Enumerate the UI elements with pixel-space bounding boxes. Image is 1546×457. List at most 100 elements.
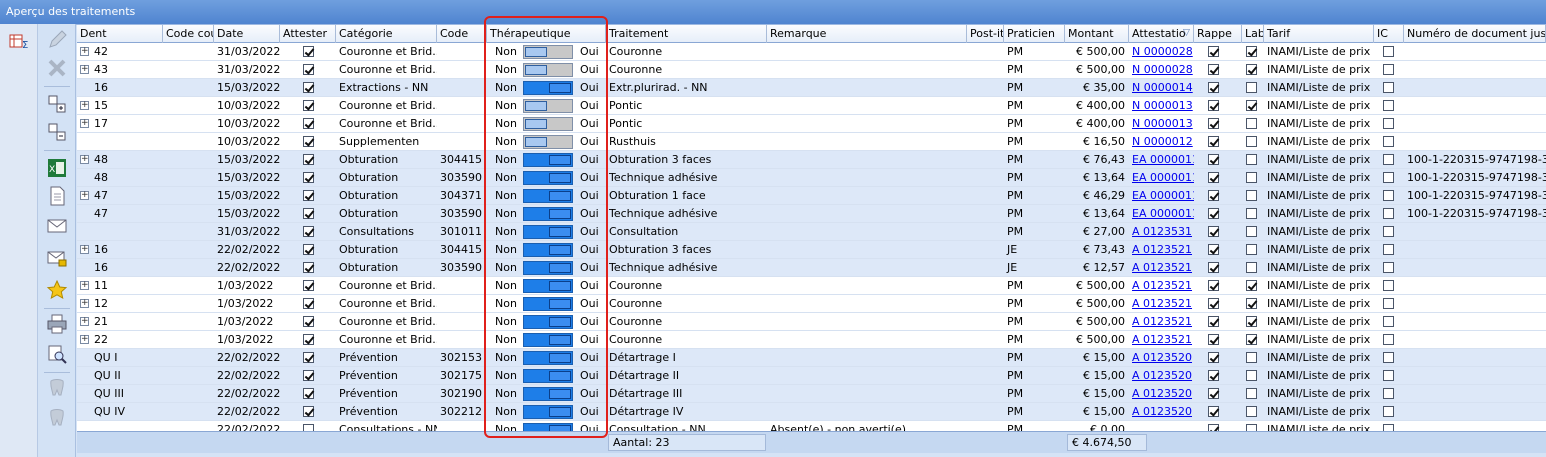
table-row[interactable]: +11 1/03/2022 Couronne et Brid... Non Oui Cou… <box>77 277 1546 295</box>
cell-attestation[interactable]: N 0000013 <box>1129 115 1194 133</box>
table-row[interactable]: 10/03/2022 Supplementen Non Oui Rusthuis PM € … <box>77 133 1546 151</box>
attest-checkbox[interactable] <box>303 226 314 237</box>
ic-checkbox[interactable] <box>1383 262 1394 273</box>
reminder-checkbox[interactable] <box>1208 424 1219 431</box>
labo-checkbox[interactable] <box>1246 208 1257 219</box>
ic-checkbox[interactable] <box>1383 370 1394 381</box>
expand-row-icon[interactable]: + <box>80 245 89 254</box>
attest-checkbox[interactable] <box>303 262 314 273</box>
cell-attestation[interactable]: EA 0000011 <box>1129 151 1194 169</box>
table-row[interactable]: +12 1/03/2022 Couronne et Brid... Non Oui Cou… <box>77 295 1546 313</box>
attest-checkbox[interactable] <box>303 316 314 327</box>
ic-checkbox[interactable] <box>1383 316 1394 327</box>
column-header-3[interactable]: Attester <box>280 25 336 43</box>
ic-checkbox[interactable] <box>1383 64 1394 75</box>
expand-row-icon[interactable]: + <box>80 119 89 128</box>
attest-checkbox[interactable] <box>303 64 314 75</box>
reminder-checkbox[interactable] <box>1208 316 1219 327</box>
attest-checkbox[interactable] <box>303 154 314 165</box>
ic-checkbox[interactable] <box>1383 208 1394 219</box>
table-row[interactable]: +43 31/03/2022 Couronne et Brid... Non Oui Co… <box>77 61 1546 79</box>
reminder-checkbox[interactable] <box>1208 298 1219 309</box>
cell-attestation[interactable]: N 0000028 <box>1129 43 1194 61</box>
ic-checkbox[interactable] <box>1383 154 1394 165</box>
column-header-11[interactable]: Montant <box>1065 25 1129 43</box>
attest-checkbox[interactable] <box>303 190 314 201</box>
reminder-checkbox[interactable] <box>1208 190 1219 201</box>
attest-checkbox[interactable] <box>303 244 314 255</box>
table-row[interactable]: 31/03/2022 Consultations 301011 Non Oui Consu… <box>77 223 1546 241</box>
column-header-4[interactable]: Catégorie <box>336 25 437 43</box>
labo-checkbox[interactable] <box>1246 262 1257 273</box>
cell-attestation[interactable]: A 0123520 <box>1129 349 1194 367</box>
reminder-checkbox[interactable] <box>1208 46 1219 57</box>
table-row[interactable]: QU III 22/02/2022 Prévention 302190 Non Oui Dé… <box>77 385 1546 403</box>
expand-row-icon[interactable]: + <box>80 281 89 290</box>
ic-checkbox[interactable] <box>1383 406 1394 417</box>
table-row[interactable]: QU II 22/02/2022 Prévention 302175 Non Oui Dét… <box>77 367 1546 385</box>
ic-checkbox[interactable] <box>1383 172 1394 183</box>
cell-attestation[interactable]: N 0000014 <box>1129 79 1194 97</box>
attest-checkbox[interactable] <box>303 370 314 381</box>
collapse-all-button[interactable] <box>45 120 69 144</box>
table-row[interactable]: +22 1/03/2022 Couronne et Brid... Non Oui Cou… <box>77 331 1546 349</box>
reminder-checkbox[interactable] <box>1208 406 1219 417</box>
attest-checkbox[interactable] <box>303 334 314 345</box>
document-button[interactable] <box>45 184 69 208</box>
column-header-5[interactable]: Code <box>437 25 487 43</box>
reminder-checkbox[interactable] <box>1208 136 1219 147</box>
ic-checkbox[interactable] <box>1383 334 1394 345</box>
labo-checkbox[interactable] <box>1246 316 1257 327</box>
cell-attestation[interactable]: A 0123521 <box>1129 241 1194 259</box>
cell-attestation[interactable]: A 0123520 <box>1129 403 1194 421</box>
expand-row-icon[interactable]: + <box>80 335 89 344</box>
attest-checkbox[interactable] <box>303 298 314 309</box>
edit-button[interactable] <box>45 28 69 52</box>
labo-checkbox[interactable] <box>1246 82 1257 93</box>
labo-checkbox[interactable] <box>1246 136 1257 147</box>
cell-attestation[interactable] <box>1129 421 1194 431</box>
attest-checkbox[interactable] <box>303 388 314 399</box>
expand-row-icon[interactable]: + <box>80 101 89 110</box>
reminder-checkbox[interactable] <box>1208 226 1219 237</box>
export-excel-button[interactable]: X <box>45 156 69 180</box>
attest-checkbox[interactable] <box>303 118 314 129</box>
reminder-checkbox[interactable] <box>1208 100 1219 111</box>
labo-checkbox[interactable] <box>1246 244 1257 255</box>
labo-checkbox[interactable] <box>1246 370 1257 381</box>
cell-attestation[interactable]: A 0123521 <box>1129 331 1194 349</box>
cell-attestation[interactable]: EA 0000011 <box>1129 169 1194 187</box>
reminder-checkbox[interactable] <box>1208 388 1219 399</box>
cell-attestation[interactable]: A 0123520 <box>1129 385 1194 403</box>
attest-checkbox[interactable] <box>303 46 314 57</box>
attest-checkbox[interactable] <box>303 280 314 291</box>
expand-all-button[interactable] <box>45 92 69 116</box>
table-row[interactable]: 16 15/03/2022 Extractions - NN Non Oui Extr.p… <box>77 79 1546 97</box>
print-preview-button[interactable] <box>45 342 69 366</box>
reminder-checkbox[interactable] <box>1208 352 1219 363</box>
labo-checkbox[interactable] <box>1246 154 1257 165</box>
column-header-17[interactable]: Numéro de document justific <box>1404 25 1546 43</box>
reminder-checkbox[interactable] <box>1208 334 1219 345</box>
cell-attestation[interactable]: EA 0000011 <box>1129 205 1194 223</box>
mail-button[interactable] <box>45 214 69 238</box>
cell-attestation[interactable]: A 0123521 <box>1129 295 1194 313</box>
ic-checkbox[interactable] <box>1383 118 1394 129</box>
labo-checkbox[interactable] <box>1246 100 1257 111</box>
ic-checkbox[interactable] <box>1383 388 1394 399</box>
cell-attestation[interactable]: A 0123521 <box>1129 277 1194 295</box>
disabled-action-1-button[interactable] <box>45 376 69 400</box>
labo-checkbox[interactable] <box>1246 226 1257 237</box>
cell-attestation[interactable]: N 0000012 <box>1129 133 1194 151</box>
cell-attestation[interactable]: A 0123531 <box>1129 223 1194 241</box>
column-header-15[interactable]: Tarif <box>1264 25 1374 43</box>
ic-checkbox[interactable] <box>1383 190 1394 201</box>
ic-checkbox[interactable] <box>1383 424 1394 431</box>
table-row[interactable]: +15 10/03/2022 Couronne et Brid... Non Oui Po… <box>77 97 1546 115</box>
cell-attestation[interactable]: N 0000028 <box>1129 61 1194 79</box>
cell-attestation[interactable]: A 0123521 <box>1129 259 1194 277</box>
ic-checkbox[interactable] <box>1383 280 1394 291</box>
reminder-checkbox[interactable] <box>1208 64 1219 75</box>
labo-checkbox[interactable] <box>1246 298 1257 309</box>
reminder-checkbox[interactable] <box>1208 244 1219 255</box>
